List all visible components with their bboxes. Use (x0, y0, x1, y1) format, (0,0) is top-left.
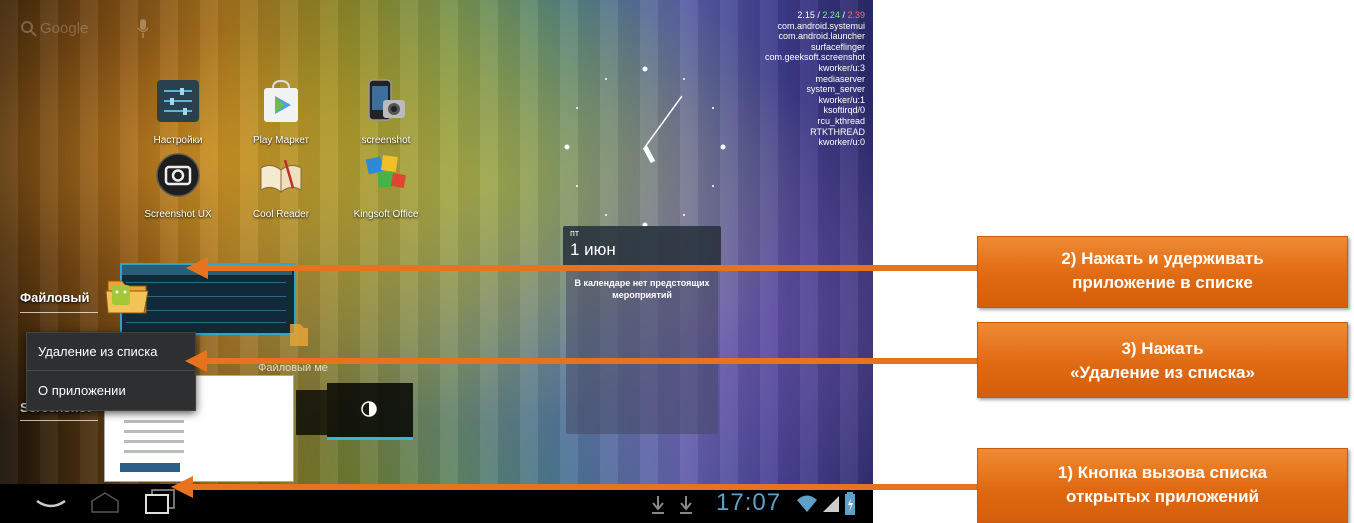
app-label: Play Маркет (252, 135, 310, 146)
process-name: kworker/u:0 (818, 137, 865, 148)
process-name: com.android.launcher (778, 31, 865, 42)
thumbnail-row-line (126, 296, 286, 297)
process-name: surfaceflinger (810, 41, 865, 52)
phone-camera-icon (368, 79, 405, 121)
process-name: kworker/u:3 (818, 62, 865, 73)
callout-line: 2) Нажать и удерживать (1061, 249, 1264, 268)
app-label: Cool Reader (252, 209, 310, 220)
callout-step2: 2) Нажать и удерживать приложение в спис… (977, 236, 1348, 308)
process-name: com.geeksoft.screenshot (764, 52, 865, 63)
analog-clock-widget[interactable] (560, 62, 730, 232)
app-label: Screenshot UX (144, 209, 212, 220)
app-label: Настройки (153, 135, 203, 146)
callout-line: открытых приложений (1065, 487, 1259, 506)
folder-icon-partial (290, 324, 308, 346)
process-name: mediaserver (815, 73, 865, 84)
process-name: kworker/u:1 (818, 94, 865, 105)
app-label: Kingsoft Office (353, 209, 419, 220)
recent-app-label-file-manager[interactable]: Файловый (20, 290, 89, 305)
thumbnail-content (124, 420, 184, 423)
callout-line: «Удаление из списка» (1070, 363, 1255, 382)
thumbnail-row-line (126, 310, 286, 311)
menu-divider (27, 370, 195, 371)
signal-icon (823, 496, 839, 512)
menu-item-app-info[interactable]: О приложении (38, 383, 126, 398)
app-screenshot[interactable]: screenshot (343, 78, 429, 146)
process-name: com.android.systemui (777, 20, 865, 31)
tablet-screen: Google 2.15 / 2.24 / 2.39 com.android.sy… (0, 0, 873, 523)
calendar-day-of-week: пт (570, 228, 579, 238)
thumbnail-row-line (126, 322, 286, 323)
file-manager-app-icon (105, 280, 149, 314)
callout-line: 3) Нажать (1121, 339, 1204, 358)
menu-item-remove-from-list[interactable]: Удаление из списка (38, 344, 158, 359)
thumbnail-content (124, 430, 184, 433)
callout-step1: 1) Кнопка вызова списка открытых приложе… (977, 448, 1348, 523)
annotation-arrow-step2 (206, 265, 978, 271)
brightness-icon (361, 401, 377, 417)
app-cool-reader[interactable]: Cool Reader (238, 152, 324, 220)
status-clock: 17:07 (716, 489, 782, 516)
battery-icon (845, 492, 855, 515)
search-icon[interactable] (20, 20, 38, 38)
home-icon[interactable] (88, 490, 122, 514)
microphone-icon[interactable] (136, 18, 150, 40)
book-icon (260, 159, 302, 194)
recent-app-underline (20, 312, 98, 313)
app-play-store[interactable]: Play Маркет (238, 78, 324, 146)
calendar-empty-message: В календаре нет предстоящих мероприятий (574, 278, 710, 300)
recent-app-underline (20, 420, 98, 421)
annotation-arrow-step1 (191, 484, 978, 490)
app-settings[interactable]: Настройки (135, 78, 221, 146)
process-name: rcu_kthread (817, 115, 865, 126)
settings-icon (157, 80, 199, 122)
annotation-arrowhead (171, 476, 193, 498)
search-label[interactable]: Google (40, 20, 88, 37)
process-name: RTKTHREAD (810, 126, 865, 137)
load-average: 2.15 / 2.24 / 2.39 (797, 10, 865, 20)
process-name: ksoftirqd/0 (823, 105, 865, 116)
process-stats-overlay: 2.15 / 2.24 / 2.39 com.android.systemui … (765, 10, 865, 148)
callout-line: приложение в списке (1072, 273, 1253, 292)
app-kingsoft-office[interactable]: Kingsoft Office (343, 152, 429, 220)
app-label: screenshot (361, 135, 411, 146)
settings-widget-button[interactable] (296, 390, 327, 435)
process-name: system_server (806, 84, 865, 95)
thumbnail-row-line (126, 282, 286, 283)
download-icon[interactable] (678, 494, 694, 516)
callout-line: 1) Кнопка вызова списка (1057, 463, 1268, 482)
annotation-arrowhead (186, 257, 208, 279)
annotation-arrowhead (185, 350, 207, 372)
thumbnail-content (124, 450, 184, 453)
back-icon[interactable] (35, 498, 67, 512)
camera-icon (156, 153, 200, 197)
calendar-date: 1 июн (570, 240, 616, 259)
wifi-icon (797, 495, 817, 512)
download-icon[interactable] (650, 494, 666, 516)
app-screenshot-ux[interactable]: Screenshot UX (135, 152, 221, 220)
office-icon (365, 155, 406, 189)
thumbnail-content (120, 463, 180, 472)
play-store-icon (264, 79, 298, 122)
annotation-arrow-step3 (205, 358, 978, 364)
thumbnail-content (124, 440, 184, 443)
callout-step3: 3) Нажать «Удаление из списка» (977, 322, 1348, 398)
